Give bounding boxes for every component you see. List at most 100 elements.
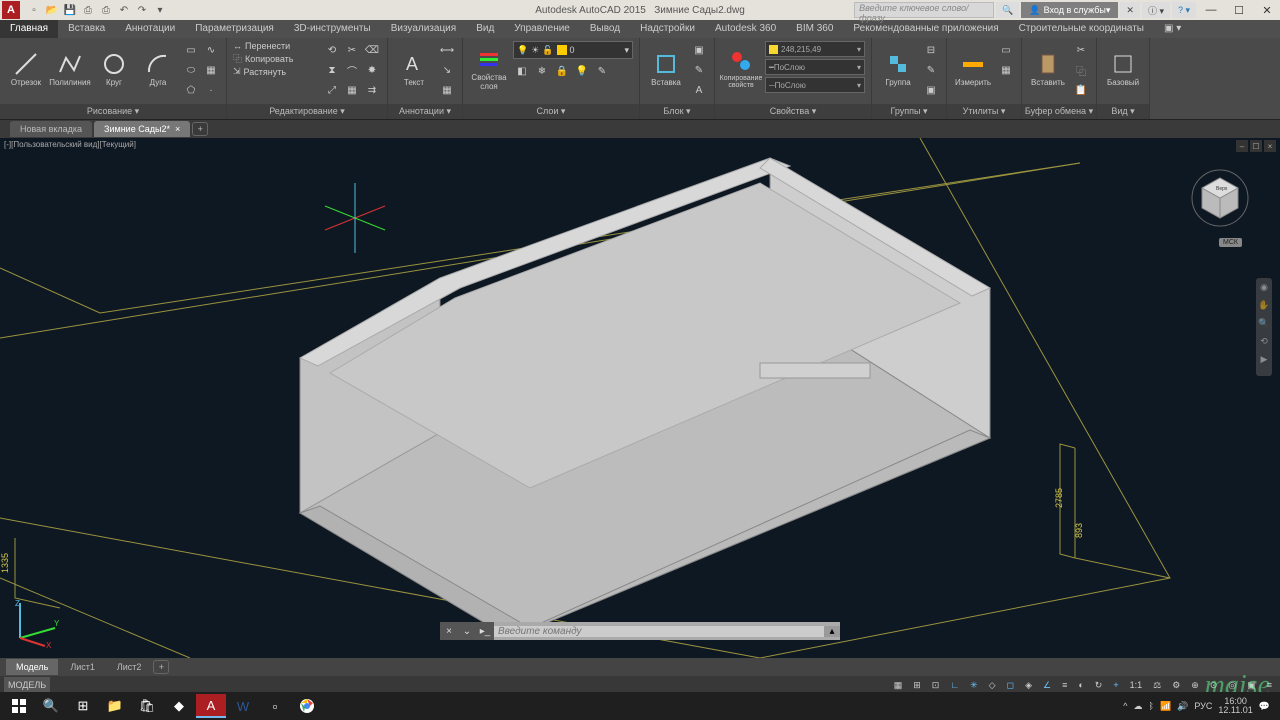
app2-icon[interactable]: ▫ [260, 694, 290, 718]
tray-chevron-icon[interactable]: ^ [1123, 701, 1127, 711]
polygon-icon[interactable]: ⬠ [182, 81, 200, 99]
start-button[interactable] [4, 694, 34, 718]
qat-saveas-icon[interactable]: ⎙ [80, 2, 96, 18]
status-polar-icon[interactable]: ✳ [966, 677, 982, 693]
panel-draw-title[interactable]: Рисование ▾ [0, 104, 226, 119]
layer-props-button[interactable]: Свойства слоя [469, 41, 509, 97]
linetype-dropdown[interactable]: ─ ПоСлою▾ [765, 77, 865, 93]
erase-icon[interactable]: ⌫ [363, 41, 381, 59]
qat-more-icon[interactable]: ▾ [152, 2, 168, 18]
tab-a360[interactable]: Autodesk 360 [705, 20, 786, 38]
text-button[interactable]: AТекст [394, 41, 434, 97]
status-lwt-icon[interactable]: ≡ [1058, 677, 1071, 693]
group-edit-icon[interactable]: ✎ [922, 61, 940, 79]
copy-clip-icon[interactable]: ⿻ [1072, 61, 1090, 79]
tab-parametric[interactable]: Параметризация [185, 20, 284, 38]
drawing-viewport[interactable]: [-][Пользовательский вид][Текущий] – ☐ ×… [0, 138, 1280, 658]
cut-icon[interactable]: ✂ [1072, 41, 1090, 59]
status-otrack-icon[interactable]: ∠ [1039, 677, 1055, 693]
layer-freeze-icon[interactable]: ❄ [533, 62, 551, 80]
tab-current-drawing[interactable]: Зимние Сады2* × [94, 121, 190, 137]
offset-icon[interactable]: ⇉ [363, 81, 381, 99]
stretch-button[interactable]: ⇲Растянуть [233, 66, 319, 77]
qat-redo-icon[interactable]: ↷ [134, 2, 150, 18]
wcs-label[interactable]: МСК [1219, 238, 1242, 247]
status-workspace-icon[interactable]: ⚙ [1168, 677, 1184, 693]
status-cycling-icon[interactable]: ↻ [1091, 677, 1107, 693]
qat-open-icon[interactable]: 📂 [44, 2, 60, 18]
status-model-button[interactable]: МОДЕЛЬ [4, 677, 50, 693]
tab-3dtools[interactable]: 3D-инструменты [284, 20, 381, 38]
line-button[interactable]: Отрезок [6, 41, 46, 97]
array-icon[interactable]: ▦ [343, 81, 361, 99]
app-menu-button[interactable]: A [2, 1, 20, 19]
edit-block-icon[interactable]: ✎ [690, 61, 708, 79]
panel-view-title[interactable]: Вид ▾ [1097, 104, 1149, 119]
panel-block-title[interactable]: Блок ▾ [640, 104, 714, 119]
explode-icon[interactable]: ✸ [363, 61, 381, 79]
panel-utils-title[interactable]: Утилиты ▾ [947, 104, 1021, 119]
attr-icon[interactable]: A [690, 81, 708, 99]
point-icon[interactable]: · [202, 81, 220, 99]
nav-zoom-icon[interactable]: 🔍 [1256, 318, 1272, 336]
panel-annotation-title[interactable]: Аннотации ▾ [388, 104, 462, 119]
polyline-button[interactable]: Полилиния [50, 41, 90, 97]
tab-layout1[interactable]: Лист1 [60, 659, 105, 675]
move-button[interactable]: ↔Перенести [233, 41, 319, 51]
quickcalc-icon[interactable]: ▦ [997, 61, 1015, 79]
tray-wifi-icon[interactable]: 📶 [1160, 701, 1171, 712]
tab-visualize[interactable]: Визуализация [381, 20, 466, 38]
status-scale[interactable]: 1:1 [1126, 677, 1147, 693]
rotate-icon[interactable]: ⟲ [323, 41, 341, 59]
status-hardware-icon[interactable]: ⊙ [1206, 677, 1222, 693]
word-icon[interactable]: W [228, 694, 258, 718]
add-tab-button[interactable]: + [192, 122, 208, 136]
status-3dosnap-icon[interactable]: ◈ [1021, 677, 1036, 693]
fillet-icon[interactable]: ⌒ [343, 61, 361, 79]
tab-addins[interactable]: Надстройки [630, 20, 705, 38]
status-ortho-icon[interactable]: ∟ [946, 677, 963, 693]
tab-annotate[interactable]: Аннотации [115, 20, 185, 38]
base-view-button[interactable]: Базовый [1103, 41, 1143, 97]
group-button[interactable]: Группа [878, 41, 918, 97]
command-input[interactable] [494, 626, 824, 637]
nav-wheel-icon[interactable]: ◉ [1256, 282, 1272, 300]
tray-lang[interactable]: РУС [1194, 701, 1212, 711]
maximize-button[interactable]: ☐ [1226, 1, 1252, 19]
layer-iso-icon[interactable]: ◧ [513, 62, 531, 80]
layer-off-icon[interactable]: 💡 [573, 62, 591, 80]
explorer-icon[interactable]: 📁 [100, 694, 130, 718]
tray-volume-icon[interactable]: 🔊 [1177, 701, 1188, 712]
exchange-icon[interactable]: ✕ [1120, 2, 1140, 18]
lineweight-dropdown[interactable]: ━ ПоСлою▾ [765, 59, 865, 75]
tab-home[interactable]: Главная [0, 20, 58, 38]
nav-pan-icon[interactable]: ✋ [1256, 300, 1272, 318]
spline-icon[interactable]: ∿ [202, 41, 220, 59]
arc-button[interactable]: Дуга [138, 41, 178, 97]
tab-coords[interactable]: Строительные координаты [1009, 20, 1154, 38]
chrome-icon[interactable] [292, 694, 322, 718]
trim-icon[interactable]: ✂ [343, 41, 361, 59]
autocad-taskbar-icon[interactable]: A [196, 694, 226, 718]
status-infer-icon[interactable]: ⊡ [928, 677, 944, 693]
nav-orbit-icon[interactable]: ⟲ [1256, 336, 1272, 354]
panel-layers-title[interactable]: Слои ▾ [463, 104, 639, 119]
tab-manage[interactable]: Управление [504, 20, 580, 38]
cmd-close-icon[interactable]: × [440, 622, 458, 640]
copy-button[interactable]: ⿻Копировать [233, 52, 319, 65]
group-select-icon[interactable]: ▣ [922, 81, 940, 99]
select-icon[interactable]: ▭ [997, 41, 1015, 59]
status-transparency-icon[interactable]: ◐ [1074, 677, 1087, 693]
layer-match-icon[interactable]: ✎ [593, 62, 611, 80]
panel-modify-title[interactable]: Редактирование ▾ [227, 104, 387, 119]
tab-layout2[interactable]: Лист2 [107, 659, 152, 675]
app1-icon[interactable]: ◆ [164, 694, 194, 718]
paste-button[interactable]: Вставить [1028, 41, 1068, 97]
infocenter-search[interactable]: Введите ключевое слово/фразу [854, 2, 994, 18]
status-customize-icon[interactable]: ≡ [1263, 677, 1276, 693]
nav-showmotion-icon[interactable]: ▶ [1256, 354, 1272, 372]
match-props-button[interactable]: Копирование свойств [721, 41, 761, 97]
tab-output[interactable]: Вывод [580, 20, 630, 38]
qat-new-icon[interactable]: ▫ [26, 2, 42, 18]
panel-clip-title[interactable]: Буфер обмена ▾ [1022, 104, 1096, 119]
